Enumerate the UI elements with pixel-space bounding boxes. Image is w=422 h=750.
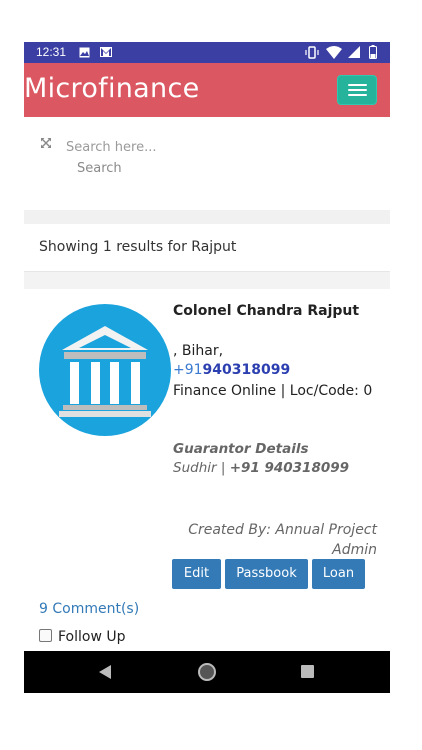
customer-card: Colonel Chandra Rajput , Bihar, +9194031…: [24, 289, 390, 693]
results-summary-bar: Showing 1 results for Rajput: [24, 224, 390, 272]
image-icon: [79, 47, 90, 58]
follow-up-label: Follow Up: [58, 629, 126, 645]
recent-apps-icon[interactable]: [301, 665, 314, 678]
customer-name[interactable]: Colonel Chandra Rajput: [173, 303, 359, 319]
search-area: Search: [24, 117, 390, 210]
phone-prefix: +91: [173, 362, 203, 378]
app-bar: Microfinance: [24, 63, 390, 117]
customer-address: , Bihar,: [173, 343, 224, 359]
divider: [24, 210, 390, 224]
results-summary: Showing 1 results for Rajput: [39, 239, 237, 255]
hamburger-menu-icon[interactable]: [337, 75, 377, 105]
loan-button[interactable]: Loan: [312, 559, 365, 589]
bank-building-icon: [39, 304, 171, 436]
brand-title[interactable]: Microfinance: [24, 73, 200, 104]
search-input[interactable]: [66, 137, 266, 157]
guarantor-details: Sudhir | +91 940318099: [173, 460, 349, 476]
comments-link[interactable]: 9 Comment(s): [39, 601, 139, 617]
edit-button[interactable]: Edit: [172, 559, 221, 589]
guarantor-phone: +91 940318099: [229, 460, 350, 476]
battery-icon: [369, 45, 377, 59]
passbook-button[interactable]: Passbook: [225, 559, 308, 589]
expand-icon[interactable]: [40, 137, 52, 149]
status-bar: 12:31: [24, 42, 390, 63]
android-nav-bar: [24, 651, 390, 693]
phone-number: 940318099: [202, 362, 291, 378]
gmail-icon: [100, 47, 112, 57]
customer-phone[interactable]: +91940318099: [173, 362, 290, 378]
search-button[interactable]: Search: [77, 161, 122, 176]
signal-icon: [348, 46, 360, 58]
follow-up-checkbox[interactable]: Follow Up: [39, 629, 126, 645]
phone-screen: 12:31 Microfinance Search Showing 1 resu…: [24, 42, 390, 693]
created-by: Created By: Annual Project Admin: [188, 522, 377, 558]
checkbox[interactable]: [39, 629, 52, 642]
wifi-icon: [326, 46, 342, 59]
vibrate-icon: [305, 46, 319, 59]
guarantor-name: Sudhir |: [173, 460, 230, 476]
home-icon[interactable]: [198, 663, 216, 681]
status-time: 12:31: [36, 45, 67, 59]
divider: [24, 272, 390, 289]
back-icon[interactable]: [98, 664, 112, 680]
finance-info: Finance Online | Loc/Code: 0: [173, 383, 373, 399]
guarantor-heading: Guarantor Details: [173, 441, 309, 457]
